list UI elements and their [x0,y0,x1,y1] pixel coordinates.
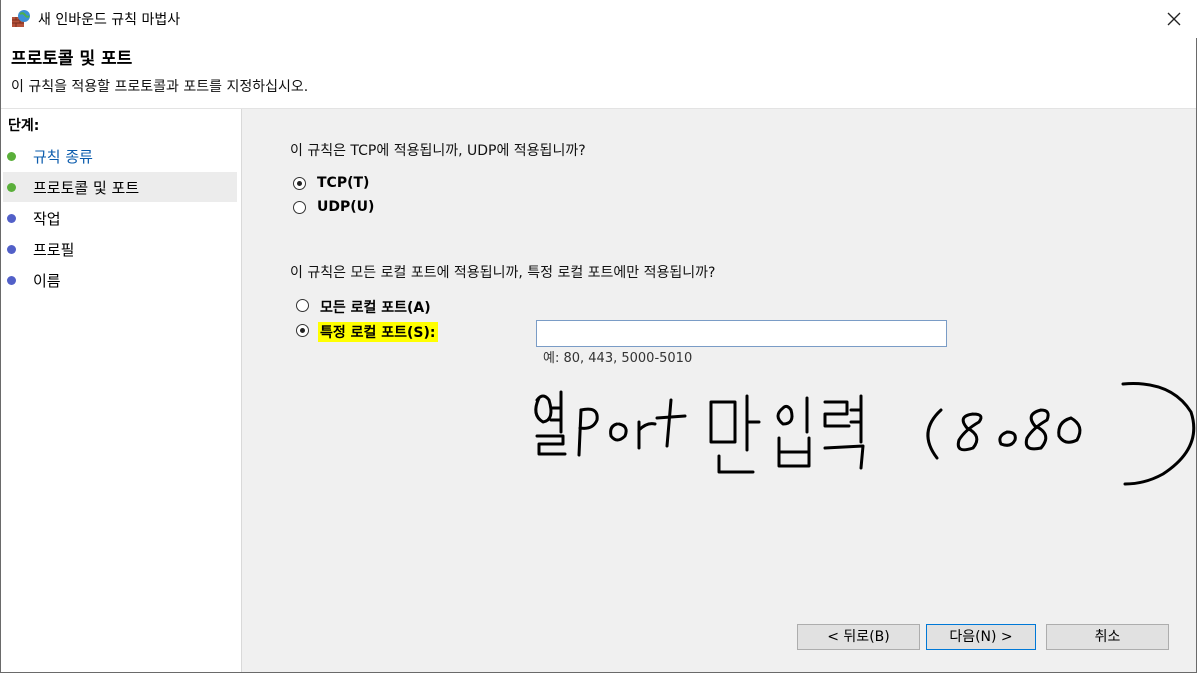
page-header: 프로토콜 및 포트 이 규칙을 적용할 프로토콜과 포트를 지정하십시오. [1,38,1196,109]
next-button[interactable]: 다음(N) > [926,624,1036,650]
step-pending-icon [7,245,16,254]
page-title: 프로토콜 및 포트 [11,49,133,69]
step-profile[interactable]: 프로필 [3,234,237,264]
wizard-window: 새 인바운드 규칙 마법사 프로토콜 및 포트 이 규칙을 적용할 프로토콜과 … [0,0,1198,673]
steps-label: 단계: [8,118,40,134]
handwritten-annotation [534,382,1196,486]
steps-sidebar: 단계: 규칙 종류 프로토콜 및 포트 작업 프로필 이름 [1,109,242,672]
close-icon[interactable] [1162,7,1186,31]
radio-checked-icon [293,177,306,190]
ports-example-hint: 예: 80, 443, 5000-5010 [543,351,693,366]
window-title: 새 인바운드 규칙 마법사 [38,12,181,28]
udp-radio[interactable]: UDP(U) [293,199,413,219]
step-name[interactable]: 이름 [3,265,237,295]
all-local-ports-label: 모든 로컬 포트(A) [320,300,431,316]
radio-unchecked-icon [293,201,306,214]
step-action[interactable]: 작업 [3,203,237,233]
all-local-ports-radio[interactable]: 모든 로컬 포트(A) [296,297,466,317]
step-current-icon [7,183,16,192]
specific-local-ports-label: 특정 로컬 포트(S): [318,322,438,342]
radio-checked-icon [296,324,309,337]
back-button[interactable]: < 뒤로(B) [797,624,920,650]
radio-unchecked-icon [296,299,309,312]
udp-label: UDP(U) [317,199,375,215]
step-label: 이름 [33,272,61,290]
protocol-question: 이 규칙은 TCP에 적용됩니까, UDP에 적용됩니까? [290,143,586,159]
step-label: 프로토콜 및 포트 [33,179,140,197]
tcp-label: TCP(T) [317,175,370,191]
step-protocol-and-ports[interactable]: 프로토콜 및 포트 [3,172,237,202]
step-label: 작업 [33,210,61,228]
step-done-icon [7,152,16,161]
specific-ports-input[interactable] [536,320,947,347]
step-label: 규칙 종류 [33,148,93,166]
step-pending-icon [7,276,16,285]
page-description: 이 규칙을 적용할 프로토콜과 포트를 지정하십시오. [11,79,309,95]
tcp-radio[interactable]: TCP(T) [293,175,413,195]
step-pending-icon [7,214,16,223]
firewall-icon [12,10,30,27]
ports-question: 이 규칙은 모든 로컬 포트에 적용됩니까, 특정 로컬 포트에만 적용됩니까? [290,265,716,281]
specific-local-ports-radio[interactable]: 특정 로컬 포트(S): [296,322,466,342]
cancel-button[interactable]: 취소 [1046,624,1169,650]
title-bar: 새 인바운드 규칙 마법사 [1,0,1198,38]
step-label: 프로필 [33,241,75,259]
step-rule-type[interactable]: 규칙 종류 [3,141,237,171]
